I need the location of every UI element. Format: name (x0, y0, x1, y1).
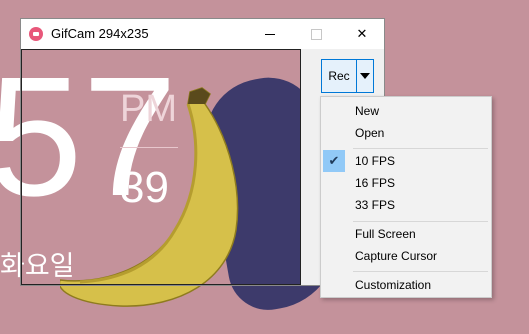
menu-item-customization[interactable]: Customization (321, 274, 491, 296)
menu-separator (353, 148, 488, 149)
menu-item-open[interactable]: Open (321, 122, 491, 144)
capture-frame[interactable] (21, 49, 301, 285)
rec-button[interactable]: Rec (321, 59, 357, 93)
menu-separator (353, 271, 488, 272)
menu-item-10fps[interactable]: ✔ 10 FPS (321, 150, 491, 172)
menu-separator (353, 221, 488, 222)
menu-item-full-screen[interactable]: Full Screen (321, 223, 491, 245)
menu-item-label: Capture Cursor (355, 249, 438, 263)
menu-item-label: 16 FPS (355, 176, 396, 190)
check-icon: ✔ (323, 150, 345, 172)
maximize-button[interactable] (293, 19, 339, 49)
menu-item-label: Full Screen (355, 227, 416, 241)
gifcam-icon (29, 27, 43, 41)
title-bar[interactable]: GifCam 294x235 ✕ (21, 19, 384, 49)
menu-item-label: 33 FPS (355, 198, 396, 212)
triangle-down-icon (360, 73, 370, 79)
rec-dropdown-button[interactable] (357, 59, 374, 93)
close-button[interactable]: ✕ (339, 19, 385, 49)
menu-item-label: Customization (355, 278, 432, 292)
maximize-icon (310, 28, 322, 40)
menu-item-16fps[interactable]: 16 FPS (321, 172, 491, 194)
minimize-icon (265, 33, 275, 35)
menu-item-33fps[interactable]: 33 FPS (321, 194, 491, 216)
minimize-button[interactable] (247, 19, 293, 49)
rec-options-menu: New Open ✔ 10 FPS 16 FPS 33 FPS Full Scr… (320, 96, 492, 298)
close-icon: ✕ (356, 26, 368, 42)
menu-item-label: 10 FPS (355, 154, 396, 168)
menu-item-new[interactable]: New (321, 100, 491, 122)
menu-item-label: Open (355, 126, 385, 140)
window-title: GifCam 294x235 (51, 26, 149, 41)
menu-item-capture-cursor[interactable]: Capture Cursor (321, 245, 491, 267)
menu-item-label: New (355, 104, 380, 118)
